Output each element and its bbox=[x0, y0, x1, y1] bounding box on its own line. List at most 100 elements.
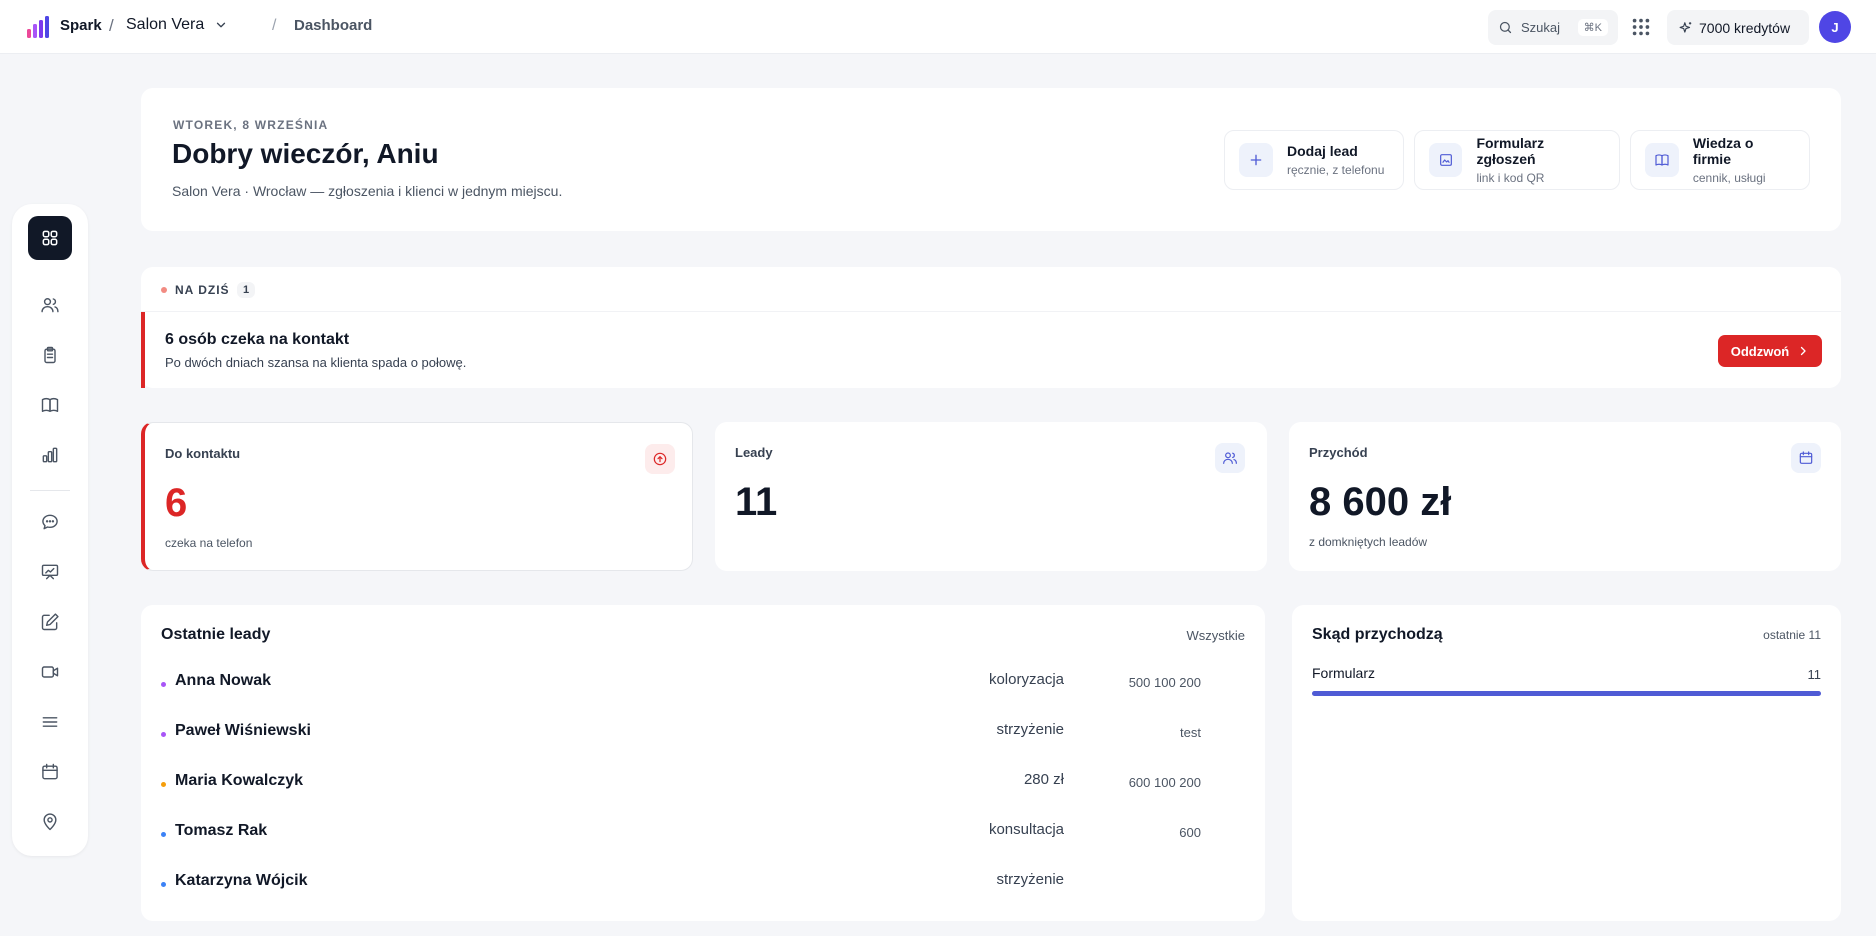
lead-name: Anna Nowak bbox=[175, 672, 272, 689]
all-leads-link[interactable]: Wszystkie bbox=[1187, 628, 1246, 643]
today-card: NA DZIŚ 1 6 osób czeka na kontakt Po dwó… bbox=[141, 267, 1841, 388]
lead-sources-panel: Skąd przychodzą ostatnie 11 Formularz 11 bbox=[1292, 605, 1841, 921]
sparkle-icon bbox=[1679, 21, 1692, 33]
stat-label: Do kontaktu bbox=[165, 446, 241, 461]
alert-circle-icon bbox=[653, 452, 667, 466]
stat-value: 8 600 zł bbox=[1309, 480, 1452, 524]
company-knowledge-button[interactable]: Wiedza o firmie cennik, usługi bbox=[1630, 130, 1810, 190]
page-subtitle: Salon Vera · Wrocław — zgłoszenia i klie… bbox=[172, 183, 563, 199]
table-row[interactable]: Katarzyna Wójcik strzyżenie bbox=[141, 861, 1265, 905]
company-knowledge-title: Wiedza o firmie bbox=[1692, 135, 1754, 167]
stat-icon-box bbox=[645, 444, 675, 474]
stat-sub: czeka na telefon bbox=[165, 536, 253, 550]
call-back-button[interactable]: Oddzwoń bbox=[1718, 335, 1822, 367]
add-lead-subtitle: ręcznie, z telefonu bbox=[1287, 163, 1385, 177]
sidebar-item-leads[interactable] bbox=[28, 283, 72, 327]
search-button[interactable]: Szukaj ⌘K bbox=[1488, 10, 1618, 45]
chat-icon bbox=[42, 514, 58, 530]
spark-logo[interactable] bbox=[26, 15, 50, 39]
stat-card-revenue[interactable]: Przychód 8 600 zł z domkniętych leadów bbox=[1289, 422, 1841, 571]
video-icon bbox=[41, 666, 59, 678]
lead-service: strzyżenie bbox=[996, 871, 1064, 888]
sidebar-item-knowledge[interactable] bbox=[28, 383, 72, 427]
today-alert-title: 6 osób czeka na kontakt bbox=[165, 331, 350, 348]
lead-service: 280 zł bbox=[1023, 771, 1064, 788]
sidebar-item-edit[interactable] bbox=[28, 600, 72, 644]
add-lead-title: Dodaj lead bbox=[1287, 143, 1358, 159]
top-bar: Spark / Salon Vera / Dashboard Szukaj ⌘K… bbox=[0, 0, 1876, 54]
presentation-icon bbox=[41, 564, 59, 580]
today-label: NA DZIŚ bbox=[175, 283, 230, 297]
stat-icon-box bbox=[1791, 443, 1821, 473]
search-label: Szukaj bbox=[1521, 20, 1561, 35]
lead-name: Katarzyna Wójcik bbox=[175, 872, 308, 889]
lead-phone: test bbox=[1180, 725, 1201, 740]
stat-label: Przychód bbox=[1309, 445, 1368, 460]
sidebar-item-location[interactable] bbox=[28, 800, 72, 844]
recent-leads-title: Ostatnie leady bbox=[161, 626, 271, 643]
stat-value: 6 bbox=[165, 481, 188, 525]
form-icon-box bbox=[1429, 143, 1463, 177]
company-knowledge-subtitle: cennik, usługi bbox=[1692, 171, 1766, 185]
stat-sub: z domkniętych leadów bbox=[1309, 535, 1428, 549]
table-row[interactable]: Anna Nowak koloryzacja 500 100 200 bbox=[141, 661, 1265, 705]
table-row[interactable]: Maria Kowalczyk 280 zł 600 100 200 bbox=[141, 761, 1265, 805]
sidebar-item-clipboard[interactable] bbox=[28, 333, 72, 377]
lead-name: Paweł Wiśniewski bbox=[175, 722, 311, 739]
workspace-switcher[interactable]: Salon Vera bbox=[126, 16, 228, 34]
add-lead-button[interactable]: Dodaj lead ręcznie, z telefonu bbox=[1224, 130, 1404, 190]
plus-icon-box bbox=[1239, 143, 1273, 177]
apps-grid-icon[interactable] bbox=[1630, 16, 1652, 38]
workspace-name: Salon Vera bbox=[126, 16, 205, 33]
credits-button[interactable]: 7000 kredytów bbox=[1667, 10, 1809, 45]
lead-phone: 500 100 200 bbox=[1128, 675, 1201, 690]
lead-form-button[interactable]: Formularz zgłoszeń link i kod QR bbox=[1414, 130, 1620, 190]
sidebar-item-messages[interactable] bbox=[28, 500, 72, 544]
book-icon bbox=[41, 397, 59, 412]
clipboard-icon bbox=[44, 346, 56, 364]
calendar-icon bbox=[1799, 451, 1813, 464]
sidebar-item-menu[interactable] bbox=[28, 700, 72, 744]
stat-label: Leady bbox=[735, 445, 773, 460]
brand-name[interactable]: Spark bbox=[60, 17, 102, 34]
breadcrumb-separator-2: / bbox=[272, 17, 277, 34]
user-avatar[interactable]: J bbox=[1819, 11, 1851, 43]
sidebar bbox=[12, 204, 88, 856]
sidebar-item-presentation[interactable] bbox=[28, 550, 72, 594]
lead-phone: 600 bbox=[1179, 825, 1201, 840]
sidebar-item-video[interactable] bbox=[28, 650, 72, 694]
page-title: Dobry wieczór, Aniu bbox=[172, 138, 439, 169]
chevron-down-icon bbox=[217, 22, 226, 28]
plus-icon bbox=[1250, 154, 1262, 166]
breadcrumb-separator: / bbox=[109, 16, 114, 35]
sidebar-item-calendar[interactable] bbox=[28, 750, 72, 794]
stat-card-leads[interactable]: Leady 11 bbox=[715, 422, 1267, 571]
lead-status-dot bbox=[161, 782, 166, 787]
credits-label: 7000 kredytów bbox=[1699, 19, 1791, 36]
book-icon bbox=[1655, 154, 1669, 166]
lead-phone: 600 100 200 bbox=[1128, 775, 1201, 790]
sidebar-divider bbox=[30, 490, 70, 491]
table-row[interactable]: Paweł Wiśniewski strzyżenie test bbox=[141, 711, 1265, 755]
form-icon bbox=[1439, 154, 1452, 166]
search-shortcut: ⌘K bbox=[1577, 19, 1608, 36]
book-icon-box bbox=[1645, 143, 1679, 177]
source-label: Formularz bbox=[1312, 665, 1376, 681]
map-pin-icon bbox=[43, 813, 57, 831]
menu-icon bbox=[42, 717, 58, 727]
today-header: NA DZIŚ 1 bbox=[141, 267, 1841, 312]
today-alert-bar bbox=[141, 312, 145, 388]
sidebar-item-stats[interactable] bbox=[28, 433, 72, 477]
calendar-icon bbox=[42, 763, 58, 780]
search-icon bbox=[1499, 21, 1512, 34]
sidebar-item-dashboard[interactable] bbox=[28, 216, 72, 260]
call-back-label: Oddzwoń bbox=[1730, 343, 1790, 359]
table-row[interactable]: Tomasz Rak konsultacja 600 bbox=[141, 811, 1265, 855]
stat-card-to-contact[interactable]: Do kontaktu 6 czeka na telefon bbox=[141, 422, 693, 571]
lead-status-dot bbox=[161, 882, 166, 887]
source-progress-track bbox=[1312, 691, 1821, 696]
stat-value: 11 bbox=[735, 480, 778, 524]
users-icon bbox=[1223, 452, 1237, 464]
lead-form-title: Formularz zgłoszeń bbox=[1476, 135, 1545, 167]
lead-sources-range: ostatnie 11 bbox=[1763, 628, 1821, 642]
